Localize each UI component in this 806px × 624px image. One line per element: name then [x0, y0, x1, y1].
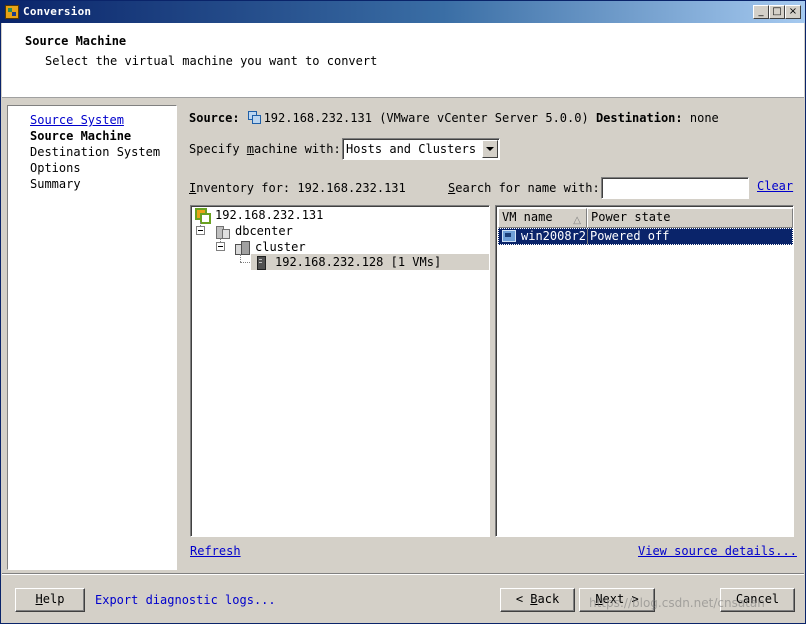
minimize-button[interactable]: _: [753, 5, 769, 19]
table-row[interactable]: win2008r2 Powered off: [498, 228, 793, 245]
inventory-label: Inventory for: 192.168.232.131: [189, 181, 406, 195]
vm-list[interactable]: VM name △ Power state win2008r2 Powered …: [495, 205, 794, 537]
search-label: Search for name with:: [448, 181, 600, 195]
window-title: Conversion: [23, 5, 92, 18]
collapse-icon[interactable]: [216, 242, 225, 251]
tree-node-datacenter[interactable]: dbcenter: [235, 223, 293, 239]
datacenter-icon: [215, 224, 230, 239]
maximize-button[interactable]: □: [769, 5, 785, 19]
next-button[interactable]: Next >: [579, 588, 655, 612]
close-button[interactable]: ×: [785, 5, 801, 19]
step-source-machine: Source Machine: [30, 129, 132, 143]
vm-icon: [502, 230, 516, 243]
page-subtitle: Select the virtual machine you want to c…: [45, 54, 378, 68]
step-summary: Summary: [30, 177, 81, 191]
destination-label: Destination:: [595, 111, 683, 125]
destination-value: none: [689, 111, 719, 125]
refresh-link[interactable]: Refresh: [190, 544, 241, 558]
source-label: Source:: [189, 111, 240, 125]
view-source-details-link[interactable]: View source details...: [638, 544, 797, 558]
page-title: Source Machine: [25, 34, 127, 48]
specify-machine-value: Hosts and Clusters: [346, 142, 477, 156]
tree-line: [240, 254, 241, 262]
footer-divider: [2, 573, 804, 575]
source-product: (VMware vCenter Server 5.0.0): [379, 111, 589, 125]
export-diagnostic-logs-link[interactable]: Export diagnostic logs...: [95, 593, 276, 607]
vm-name-cell: win2008r2: [521, 229, 585, 243]
source-host: 192.168.232.131: [263, 111, 372, 125]
cancel-button[interactable]: Cancel: [720, 588, 795, 612]
tree-line: [240, 262, 250, 263]
wizard-steps: Source System Source Machine Destination…: [7, 105, 177, 570]
clear-link[interactable]: Clear: [757, 179, 793, 193]
host-icon: [255, 255, 267, 270]
step-options: Options: [30, 161, 81, 175]
vcenter-icon: [247, 111, 261, 124]
column-vm-name[interactable]: VM name △: [498, 208, 587, 228]
chevron-down-icon[interactable]: [482, 140, 498, 158]
specify-machine-label: Specify machine with:: [189, 142, 341, 156]
tree-node-vcenter[interactable]: 192.168.232.131: [215, 207, 323, 223]
power-state-cell: Powered off: [590, 229, 670, 243]
tree-node-host-label: 192.168.232.128 [1 VMs]: [275, 255, 442, 269]
back-button[interactable]: < Back: [500, 588, 575, 612]
wizard-header: Source Machine Select the virtual machin…: [2, 23, 804, 98]
main-panel: Source: 192.168.232.131 (VMware vCenter S…: [183, 105, 803, 570]
inventory-tree[interactable]: 192.168.232.131 dbcenter cluster 192.168…: [190, 205, 490, 537]
step-destination-system: Destination System: [30, 145, 161, 159]
step-source-system[interactable]: Source System: [30, 113, 124, 127]
vcenter-icon: [195, 208, 211, 224]
help-button[interactable]: Help: [15, 588, 85, 612]
app-icon: [5, 5, 19, 19]
tree-node-host[interactable]: 192.168.232.128 [1 VMs]: [251, 254, 489, 270]
source-summary: Source: 192.168.232.131 (VMware vCenter S…: [189, 111, 719, 125]
column-power-state[interactable]: Power state: [587, 208, 793, 228]
sort-ascending-icon: △: [573, 215, 581, 226]
conversion-window: Conversion _ □ × Source Machine Select t…: [0, 0, 806, 624]
column-divider: [587, 229, 588, 244]
collapse-icon[interactable]: [196, 226, 205, 235]
tree-node-cluster[interactable]: cluster: [255, 239, 306, 255]
cluster-icon: [235, 240, 250, 255]
search-input[interactable]: [601, 177, 749, 199]
title-bar[interactable]: Conversion _ □ ×: [1, 1, 805, 23]
specify-machine-select[interactable]: Hosts and Clusters: [342, 138, 500, 160]
